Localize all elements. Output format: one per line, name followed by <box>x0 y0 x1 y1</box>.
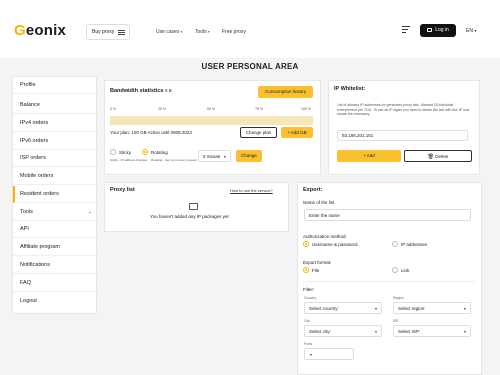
proxy-list-empty: You haven't added any IP packages yet <box>150 214 229 219</box>
trash-icon: 🗑 <box>427 154 435 160</box>
filter-icon[interactable] <box>402 26 410 34</box>
rotating-label: Rotating <box>151 150 168 155</box>
auth-ip-label: IP addresses <box>401 242 428 247</box>
chevron-down-icon: ⌄ <box>87 209 92 215</box>
chevron-down-icon: ▾ <box>223 154 226 159</box>
chevron-down-icon: ▾ <box>374 329 377 334</box>
sidebar-item-isp[interactable]: ISP orders <box>13 150 98 167</box>
tick-label: 25 % <box>158 107 166 111</box>
page-title: USER PERSONAL AREA <box>201 62 299 71</box>
format-file-radio[interactable] <box>303 267 309 273</box>
sidebar-item-tools[interactable]: Tools ⌄ <box>13 204 98 221</box>
package-icon <box>189 203 198 210</box>
nav-use-cases[interactable]: Use cases▾ <box>156 29 182 35</box>
rotating-radio[interactable] <box>142 149 148 155</box>
filter-label: Filter: <box>303 287 315 292</box>
usage-progress-bar <box>110 116 313 125</box>
isp-label: ISP <box>393 319 399 323</box>
auth-ip-radio[interactable] <box>392 241 398 247</box>
sticky-radio[interactable] <box>110 149 116 155</box>
plan-text: Your plan: 100 GB Active until 0908.2023 <box>110 130 192 135</box>
ip-field[interactable]: 93.186.201.151 <box>337 130 468 141</box>
menu-icon <box>118 30 125 35</box>
sidebar-item-ipv6[interactable]: IPv6 orders <box>13 133 98 150</box>
city-select[interactable]: Select city: ▾ <box>304 325 382 337</box>
divider <box>303 281 475 282</box>
isp-select[interactable]: Select ISP: ▾ <box>393 325 471 337</box>
chevron-down-icon: ▾ <box>474 28 477 33</box>
list-name-label: Name of the list <box>303 200 335 205</box>
format-file-label: File <box>312 268 320 273</box>
interval-select[interactable]: 5 minute ▾ <box>198 150 231 162</box>
change-plan-button[interactable]: Change plan <box>240 127 277 138</box>
region-label: Region <box>393 296 405 300</box>
country-label: Country <box>304 296 317 300</box>
sidebar-item-mobile[interactable]: Mobile orders <box>13 168 98 185</box>
whitelist-description: List of allowed IP addresses for generat… <box>337 103 470 116</box>
sticky-note: Sticky - IP address changes <box>110 158 148 162</box>
bandwidth-title: Bandwidth statistics 0 B <box>110 88 172 94</box>
chevron-down-icon: ▾ <box>463 329 466 334</box>
tick-label: 75 % <box>255 107 263 111</box>
change-button[interactable]: Change <box>236 150 262 162</box>
buy-proxy-label: Buy proxy <box>92 29 115 35</box>
tick-label: 100 % <box>301 107 311 111</box>
sidebar-item-affiliate[interactable]: Affiliate program <box>13 239 98 256</box>
how-to-use-link[interactable]: How to use the service? <box>230 188 273 193</box>
sidebar-item-api[interactable]: API <box>13 221 98 238</box>
geonix-logo[interactable]: Geonix <box>14 22 66 39</box>
sidebar-item-logout[interactable]: Logout <box>13 293 98 310</box>
add-ip-button[interactable]: + Add <box>337 150 401 162</box>
whitelist-title: IP Whitelist: <box>334 86 366 92</box>
sidebar-item-balance[interactable]: Balance <box>13 97 98 114</box>
tick-label: 50 % <box>207 107 215 111</box>
chevron-down-icon: ▾ <box>374 306 377 311</box>
consumption-history-button[interactable]: Consumption history <box>258 86 313 98</box>
login-button[interactable]: Log in <box>420 24 456 37</box>
rotating-note: Rotating - new ip on every request <box>151 158 197 162</box>
sidebar-item-notifications[interactable]: Notifications <box>13 257 98 274</box>
country-select[interactable]: Select country: ▾ <box>304 302 382 314</box>
language-select[interactable]: EN ▾ <box>466 28 476 34</box>
auth-userpass-radio[interactable] <box>303 241 309 247</box>
sidebar-item-profile[interactable]: Profile <box>13 77 98 94</box>
chevron-down-icon: ▾ <box>463 306 466 311</box>
list-name-input[interactable]: Enter the name <box>304 209 471 221</box>
sidebar-item-resident[interactable]: Resident orders <box>13 186 98 203</box>
ports-select[interactable]: ▾ <box>304 348 354 360</box>
auth-userpass-label: Username & password <box>312 242 358 247</box>
login-icon <box>427 28 433 32</box>
chevron-down-icon: ▾ <box>180 29 183 34</box>
buy-proxy-button[interactable]: Buy proxy <box>86 24 130 40</box>
export-title: Export: <box>303 187 323 193</box>
region-select[interactable]: Select region: ▾ <box>393 302 471 314</box>
proxy-list-title: Proxy list <box>110 187 135 193</box>
top-header: Geonix Buy proxy Use cases▾ Tools▾ Free … <box>0 0 500 58</box>
chevron-down-icon: ▾ <box>207 29 210 34</box>
sidebar-item-faq[interactable]: FAQ <box>13 275 98 292</box>
format-link-label: Link <box>401 268 410 273</box>
ports-label: Ports <box>304 342 313 346</box>
auth-label: Authorization method: <box>303 234 347 239</box>
chevron-down-icon: ▾ <box>310 352 313 357</box>
sidebar: Profile Balance IPv4 orders IPv6 orders … <box>12 76 98 314</box>
tick-label: 0 % <box>110 107 117 111</box>
format-link-radio[interactable] <box>392 267 398 273</box>
add-gb-button[interactable]: + Add GB <box>281 127 313 138</box>
sidebar-item-ipv4[interactable]: IPv4 orders <box>13 115 98 132</box>
format-label: Export format: <box>303 260 332 265</box>
delete-ip-button[interactable]: 🗑 Delete <box>404 150 472 162</box>
city-label: City <box>304 319 311 323</box>
sticky-label: Sticky <box>119 150 132 155</box>
nav-tools[interactable]: Tools▾ <box>195 29 210 35</box>
nav-free-proxy[interactable]: Free proxy <box>222 29 246 35</box>
